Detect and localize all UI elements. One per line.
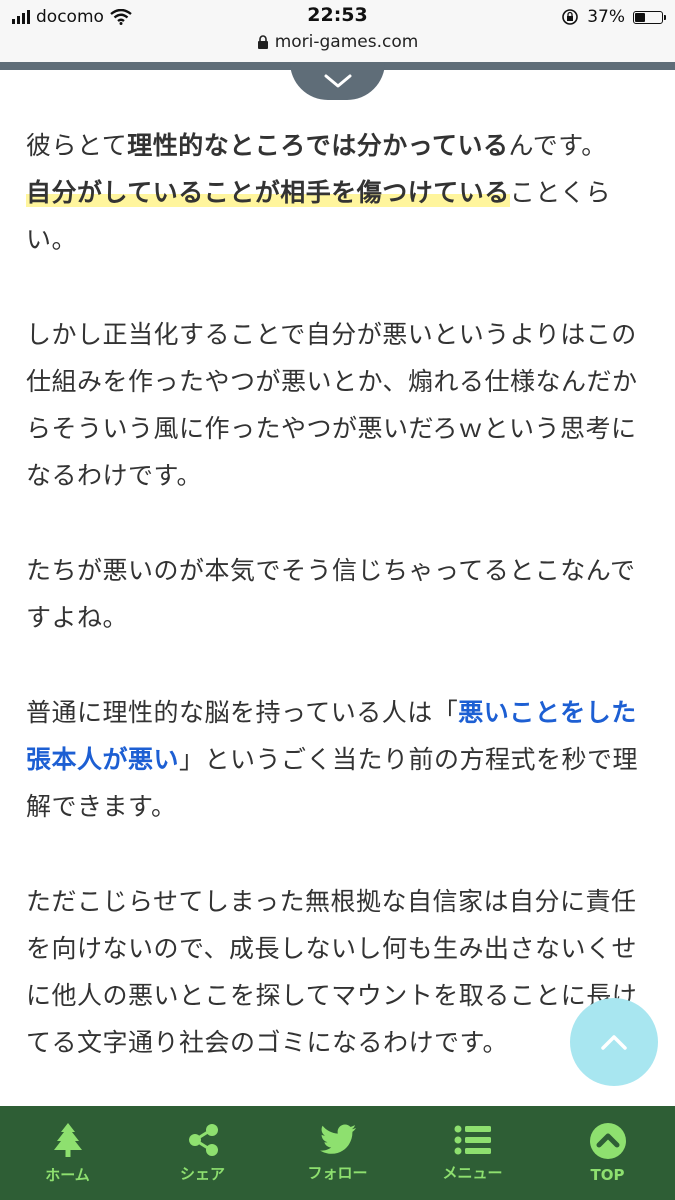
highlighted-text: 自分がしていることが相手を傷つけている bbox=[26, 178, 510, 207]
text: んです。 bbox=[508, 131, 607, 160]
text: 彼らとて bbox=[26, 131, 128, 160]
tree-icon bbox=[53, 1122, 82, 1157]
bottom-nav: ホーム シェア フォロー メニュー TOP bbox=[0, 1106, 675, 1200]
nav-follow[interactable]: フォロー bbox=[270, 1106, 405, 1200]
text: 普通に理性的な脳を持っている人は「 bbox=[26, 698, 459, 727]
paragraph: たちが悪いのが本気でそう信じちゃってるとこなんですよね。 bbox=[26, 556, 636, 632]
nav-label: フォロー bbox=[307, 1163, 368, 1182]
paragraph: 普通に理性的な脳を持っている人は「悪いことをした張本人が悪い」というごく当たり前… bbox=[26, 689, 656, 830]
status-bar: docomo 22:53 37% mori-games.com bbox=[0, 0, 675, 63]
orientation-lock-icon bbox=[562, 9, 579, 25]
menu-icon bbox=[454, 1125, 491, 1154]
battery-percent: 37% bbox=[587, 7, 625, 27]
chevron-up-circle-icon bbox=[589, 1123, 626, 1159]
nav-label: TOP bbox=[590, 1166, 625, 1184]
chevron-down-icon bbox=[324, 74, 351, 88]
status-right: 37% bbox=[561, 6, 666, 28]
lock-icon bbox=[257, 35, 268, 49]
nav-label: シェア bbox=[179, 1164, 225, 1183]
url-bar[interactable]: mori-games.com bbox=[0, 32, 675, 52]
nav-label: ホーム bbox=[45, 1165, 90, 1184]
paragraph: ただこじらせてしまった無根拠な自信家は自分に責任を向けないので、成長しないし何も… bbox=[26, 887, 638, 1057]
nav-menu[interactable]: メニュー bbox=[405, 1106, 540, 1200]
paragraph: しかし正当化することで自分が悪いというよりはこの仕組みを作ったやつが悪いとか、煽… bbox=[26, 320, 638, 490]
twitter-icon bbox=[319, 1124, 356, 1154]
bold-text: 理性的なところでは分かっている bbox=[127, 131, 509, 160]
battery-icon bbox=[633, 10, 666, 24]
chevron-up-icon bbox=[601, 1035, 627, 1050]
nav-share[interactable]: シェア bbox=[135, 1106, 270, 1200]
scroll-top-button[interactable] bbox=[570, 998, 658, 1086]
share-icon bbox=[188, 1123, 218, 1156]
nav-top[interactable]: TOP bbox=[540, 1106, 675, 1200]
article-body: 彼らとて理性的なところでは分かっているんです。 自分がしていることが相手を傷つけ… bbox=[26, 122, 656, 1114]
nav-home[interactable]: ホーム bbox=[0, 1106, 135, 1200]
paragraph: 彼らとて理性的なところでは分かっているんです。 自分がしていることが相手を傷つけ… bbox=[26, 122, 656, 263]
nav-label: メニュー bbox=[442, 1163, 503, 1182]
url-text: mori-games.com bbox=[274, 32, 419, 52]
header-toggle-button[interactable] bbox=[290, 62, 385, 100]
